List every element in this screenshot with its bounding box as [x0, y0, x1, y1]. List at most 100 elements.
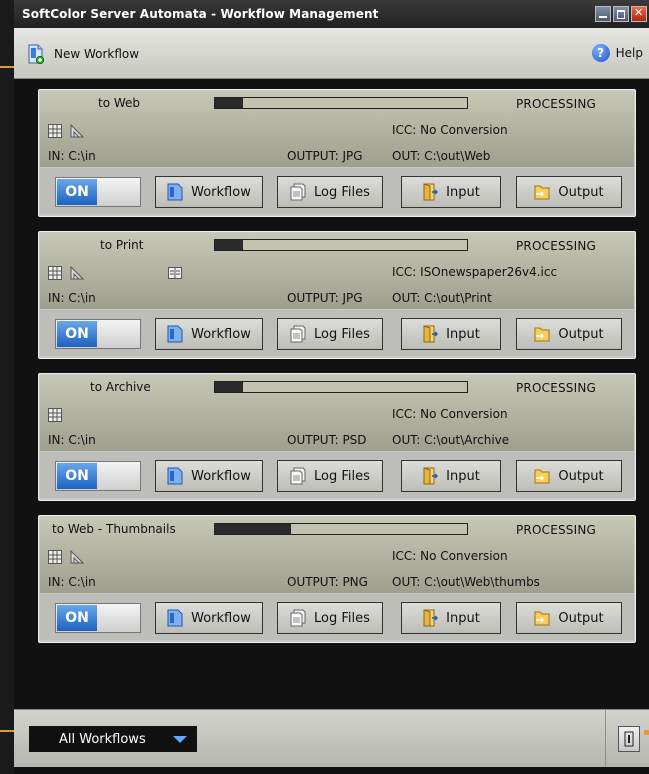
title-bar: SoftColor Server Automata - Workflow Man… — [14, 0, 649, 28]
workflow-button-label: Workflow — [191, 610, 251, 626]
maximize-button[interactable] — [613, 6, 629, 22]
input-button-label: Input — [446, 610, 480, 626]
workflow-info: to Web - Thumbnails PROCESSING ICC: No C… — [40, 517, 634, 593]
exit-pointer — [644, 730, 649, 735]
help-button[interactable]: ? Help — [591, 44, 643, 62]
log-files-button-label: Log Files — [314, 610, 370, 626]
profile-icon — [168, 267, 182, 279]
on-off-toggle[interactable]: ON — [55, 461, 141, 491]
toggle-on-label: ON — [57, 179, 97, 205]
status-text: PROCESSING — [516, 97, 597, 111]
input-path: IN: C:\in — [48, 149, 96, 163]
exit-button[interactable] — [618, 726, 640, 752]
log-files-button-label: Log Files — [314, 468, 370, 484]
output-button[interactable]: Output — [516, 460, 622, 492]
on-off-toggle[interactable]: ON — [55, 319, 141, 349]
workflow-filter-dropdown[interactable]: All Workflows — [29, 726, 197, 752]
workflow-info: to Archive PROCESSING ICC: No Conversion… — [40, 375, 634, 451]
minimize-button[interactable] — [595, 6, 611, 22]
progress-bar — [214, 523, 468, 535]
on-off-toggle[interactable]: ON — [55, 603, 141, 633]
workflow-panel: to Archive PROCESSING ICC: No Conversion… — [38, 373, 636, 501]
input-path: IN: C:\in — [48, 291, 96, 305]
input-path: IN: C:\in — [48, 433, 96, 447]
workflow-button-bar: ON Workflow Log Files Input Output — [40, 452, 634, 498]
log-files-icon — [290, 183, 306, 201]
input-button[interactable]: Input — [401, 602, 501, 634]
workflow-name: to Archive — [90, 380, 151, 394]
workflow-panel: to Print PROCESSING ICC: ISOnewspaper26v… — [38, 231, 636, 359]
input-button-label: Input — [446, 326, 480, 342]
workflow-list: to Web PROCESSING ICC: No Conversion IN:… — [14, 79, 649, 709]
progress-fill — [215, 98, 243, 108]
workflow-button-bar: ON Workflow Log Files Input Output — [40, 310, 634, 356]
workflow-button-bar: ON Workflow Log Files Input Output — [40, 168, 634, 214]
workflow-panel: to Web - Thumbnails PROCESSING ICC: No C… — [38, 515, 636, 643]
output-folder-icon — [534, 185, 550, 200]
new-document-icon — [28, 44, 44, 64]
grid-icon — [48, 124, 62, 138]
input-button-label: Input — [446, 468, 480, 484]
input-button[interactable]: Input — [401, 176, 501, 208]
output-path: OUT: C:\out\Web\thumbs — [392, 575, 540, 589]
input-door-icon — [423, 609, 439, 627]
log-files-icon — [290, 467, 306, 485]
workflow-button[interactable]: Workflow — [155, 460, 263, 492]
icc-profile: ICC: No Conversion — [392, 407, 508, 421]
new-workflow-button[interactable]: New Workflow — [28, 44, 139, 64]
workflow-info: to Web PROCESSING ICC: No Conversion IN:… — [40, 91, 634, 167]
workflow-name: to Web - Thumbnails — [52, 522, 176, 536]
door-icon — [624, 731, 634, 747]
document-icon — [167, 467, 183, 485]
output-button-label: Output — [558, 326, 604, 342]
footer-divider — [605, 710, 606, 767]
output-format: OUTPUT: PNG — [287, 575, 368, 589]
input-button[interactable]: Input — [401, 318, 501, 350]
log-files-icon — [290, 609, 306, 627]
progress-fill — [215, 524, 291, 534]
workflow-button[interactable]: Workflow — [155, 318, 263, 350]
workflow-button-label: Workflow — [191, 468, 251, 484]
progress-bar — [214, 381, 468, 393]
output-folder-icon — [534, 611, 550, 626]
question-circle-icon: ? — [591, 44, 610, 62]
new-workflow-label: New Workflow — [54, 47, 140, 61]
log-files-button[interactable]: Log Files — [277, 460, 383, 492]
log-files-button[interactable]: Log Files — [277, 318, 383, 350]
on-off-toggle[interactable]: ON — [55, 177, 141, 207]
log-files-button[interactable]: Log Files — [277, 176, 383, 208]
chevron-down-icon — [173, 736, 187, 743]
workflow-button[interactable]: Workflow — [155, 176, 263, 208]
output-button-label: Output — [558, 610, 604, 626]
window-title: SoftColor Server Automata - Workflow Man… — [22, 7, 379, 21]
workflow-button[interactable]: Workflow — [155, 602, 263, 634]
workflow-panel: to Web PROCESSING ICC: No Conversion IN:… — [38, 89, 636, 217]
close-button[interactable] — [631, 6, 647, 22]
icc-profile: ICC: No Conversion — [392, 549, 508, 563]
log-files-button-label: Log Files — [314, 184, 370, 200]
toolbar: New Workflow ? Help — [14, 28, 649, 79]
output-button[interactable]: Output — [516, 318, 622, 350]
output-path: OUT: C:\out\Print — [392, 291, 492, 305]
workflow-button-label: Workflow — [191, 326, 251, 342]
status-text: PROCESSING — [516, 523, 597, 537]
icc-profile: ICC: No Conversion — [392, 123, 508, 137]
new-workflow-pointer — [0, 66, 14, 68]
workflow-button-label: Workflow — [191, 184, 251, 200]
grid-icon — [48, 550, 62, 564]
output-button[interactable]: Output — [516, 176, 622, 208]
grid-icon — [48, 408, 62, 422]
help-label: Help — [615, 46, 643, 60]
output-folder-icon — [534, 469, 550, 484]
input-button[interactable]: Input — [401, 460, 501, 492]
log-files-button[interactable]: Log Files — [277, 602, 383, 634]
status-text: PROCESSING — [516, 381, 597, 395]
triangle-icon — [70, 124, 84, 138]
document-icon — [167, 183, 183, 201]
output-button-label: Output — [558, 468, 604, 484]
filter-pointer — [0, 730, 14, 732]
document-icon — [167, 609, 183, 627]
output-button[interactable]: Output — [516, 602, 622, 634]
output-format: OUTPUT: JPG — [287, 149, 363, 163]
progress-fill — [215, 382, 243, 392]
